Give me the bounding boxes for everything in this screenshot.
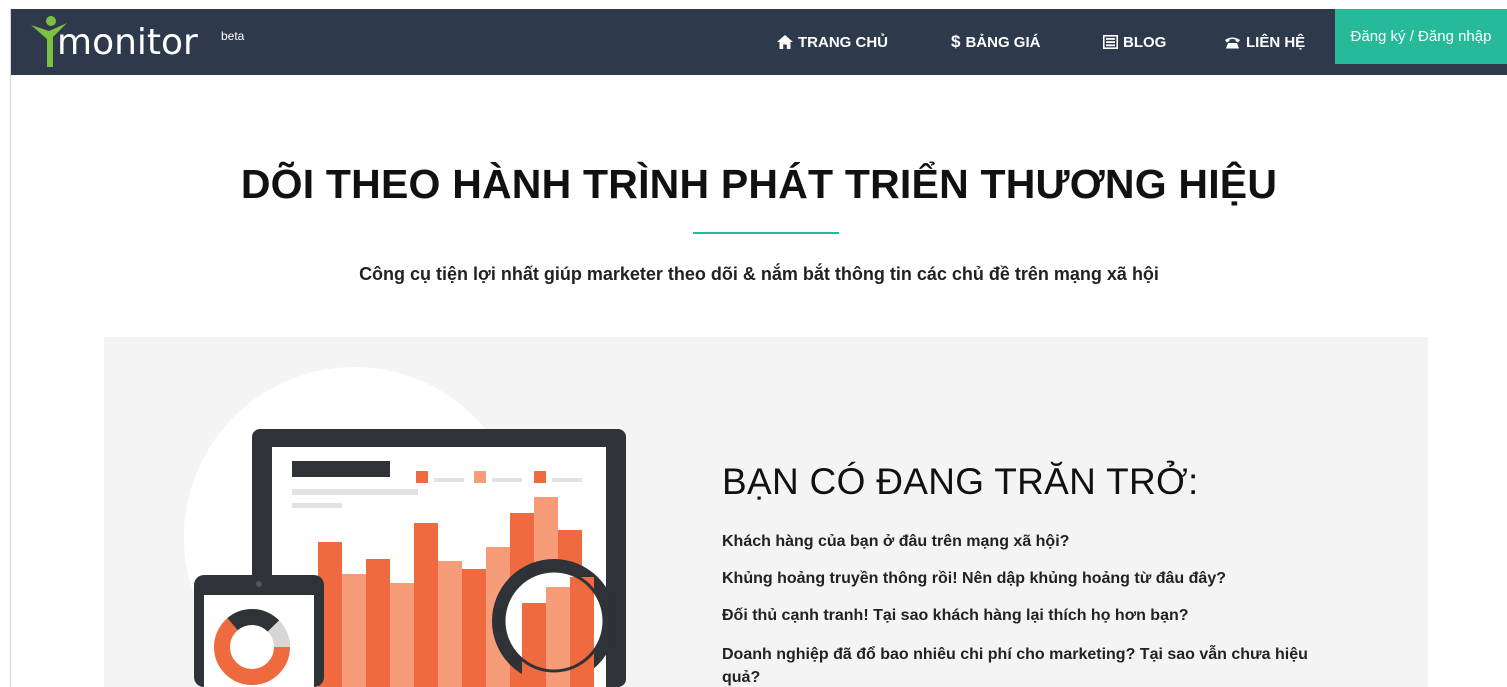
panel-title: BẠN CÓ ĐANG TRĂN TRỞ: [722,461,1199,502]
screen-header-line [292,503,342,508]
legend-swatch [474,471,486,483]
screen-header-line [292,489,418,495]
chart-bar [414,523,438,687]
nav-home-label: TRANG CHỦ [798,33,888,51]
dollar-icon: $ [951,32,961,51]
nav-blog[interactable]: BLOG [1103,9,1166,75]
site-logo[interactable]: monitor beta [21,9,261,75]
browser-frame-left [0,9,10,687]
chart-bar [462,569,486,687]
magnifier-bar [570,577,594,687]
chart-bar [366,559,390,687]
beta-badge: beta [221,29,245,43]
nav-pricing-label: BẢNG GIÁ [965,33,1041,51]
legend-swatch [534,471,546,483]
legend-line [434,478,464,482]
pain-point-item: Doanh nghiệp đã đổ bao nhiêu chi phí cho… [722,646,1308,686]
pain-point-item: Khủng hoảng truyền thông rồi! Nên dập kh… [722,570,1226,587]
pain-points-panel: BẠN CÓ ĐANG TRĂN TRỞ: Khách hàng của bạn… [104,337,1428,687]
hero-divider [693,232,839,234]
browser-frame-top [0,0,1507,9]
hero-title: DÕI THEO HÀNH TRÌNH PHÁT TRIỂN THƯƠNG HI… [240,161,1278,207]
pain-point-item: Khách hàng của bạn ở đâu trên mạng xã hộ… [722,533,1070,550]
legend-swatch [416,471,428,483]
top-navbar: monitor beta TRANG CHỦ $ BẢNG GIÁ BLOG L… [11,9,1507,75]
tablet-camera [256,581,262,587]
hero-subtitle: Công cụ tiện lợi nhất giúp marketer theo… [359,264,1159,284]
chart-bar [390,583,414,687]
legend-line [492,478,522,482]
nav-contact-label: LIÊN HỆ [1246,33,1306,51]
nav-pricing[interactable]: $ BẢNG GIÁ [951,9,1040,75]
nav-contact[interactable]: LIÊN HỆ [1224,9,1305,75]
magnifier-bar [522,603,546,687]
screen-header-bar [292,461,390,477]
chart-bar [342,574,366,687]
chart-bar [438,561,462,687]
analytics-illustration [184,367,626,687]
pain-point-item: Đối thủ cạnh tranh! Tại sao khách hàng l… [722,607,1189,624]
legend-line [552,478,582,482]
nav-blog-label: BLOG [1123,33,1167,51]
newspaper-icon [1103,35,1118,49]
logo-wordmark: monitor [57,22,198,63]
home-icon [777,35,793,49]
browser-frame-border [10,9,11,687]
signup-login-button[interactable]: Đăng ký / Đăng nhập [1335,9,1507,64]
nav-home[interactable]: TRANG CHỦ [777,9,888,75]
phone-icon [1224,36,1241,49]
